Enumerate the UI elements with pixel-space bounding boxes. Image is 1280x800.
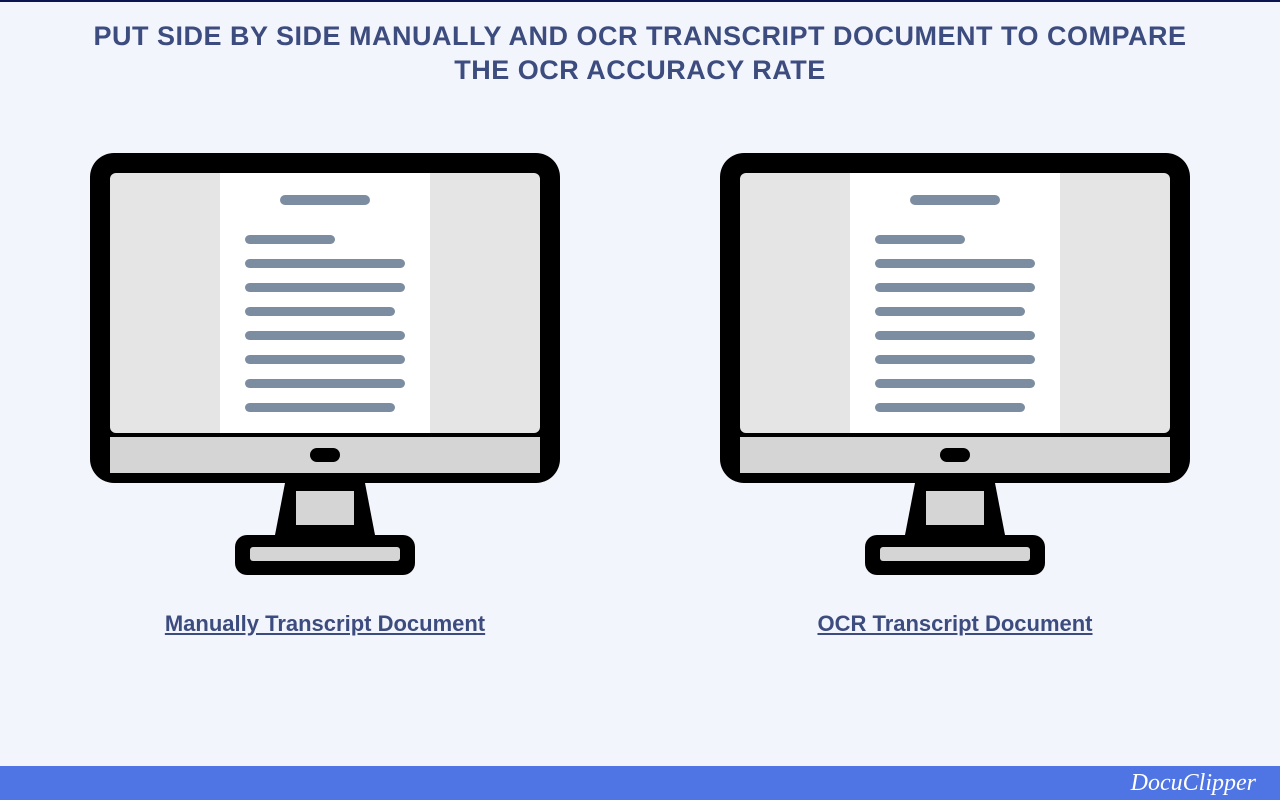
comparison-row: Manually Transcript Document (0, 143, 1280, 637)
monitor-document-icon (80, 143, 570, 583)
footer-bar: DocuClipper (0, 766, 1280, 800)
right-caption: OCR Transcript Document (817, 611, 1092, 637)
monitor-document-icon (710, 143, 1200, 583)
left-caption: Manually Transcript Document (165, 611, 485, 637)
brand-logo: DocuClipper (1131, 770, 1256, 797)
right-panel: OCR Transcript Document (710, 143, 1200, 637)
left-panel: Manually Transcript Document (80, 143, 570, 637)
page-title: PUT SIDE BY SIDE MANUALLY AND OCR TRANSC… (0, 2, 1280, 88)
